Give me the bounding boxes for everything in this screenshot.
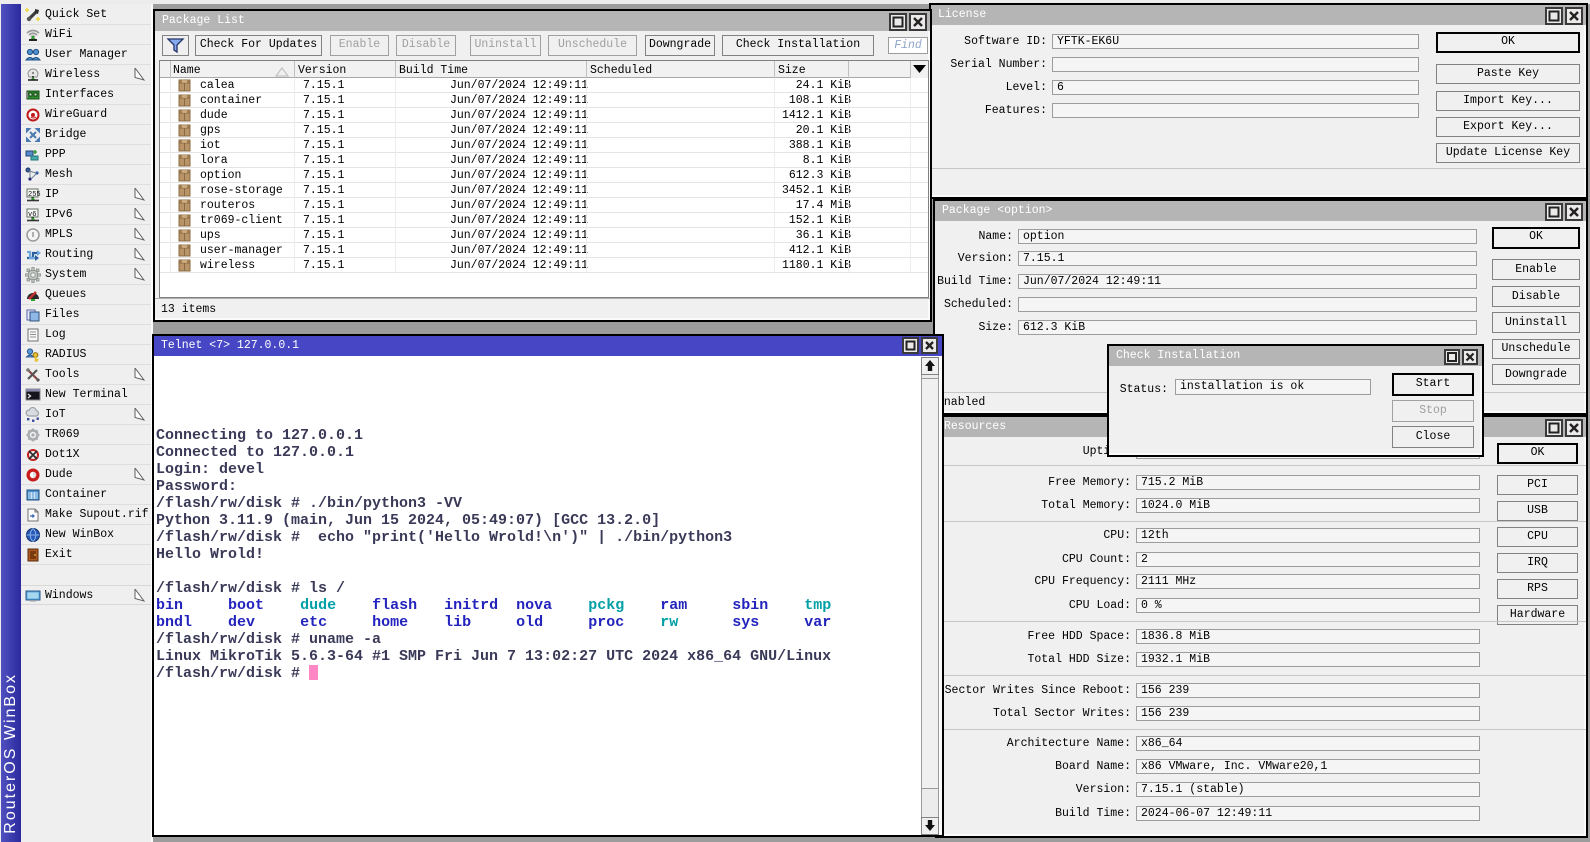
svg-text:255: 255 bbox=[28, 191, 41, 199]
